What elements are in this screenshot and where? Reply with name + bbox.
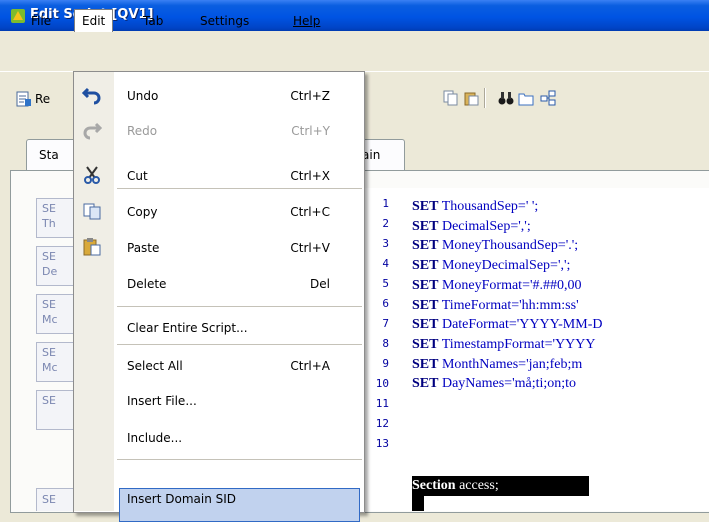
code-keyword: SET xyxy=(412,277,439,293)
undo-icon xyxy=(82,87,101,105)
code-line[interactable]: SET TimestampFormat='YYYY xyxy=(412,335,596,354)
code-keyword: SET xyxy=(412,199,439,214)
scissors-icon xyxy=(84,166,100,184)
paste-icon xyxy=(83,238,101,256)
app-logo-icon xyxy=(11,9,25,23)
table-structure-icon[interactable] xyxy=(540,90,556,106)
menu-item-include[interactable]: Include... xyxy=(127,427,182,449)
menu-item-select-all[interactable]: Select All xyxy=(127,355,183,377)
menu-help[interactable]: Help xyxy=(288,12,325,30)
code-text: DayNames='må;ti;on;to xyxy=(438,376,577,392)
code-line[interactable]: SET MoneyDecimalSep=','; xyxy=(412,256,570,275)
menu-item-cut[interactable]: Cut xyxy=(127,165,148,187)
copy-icon xyxy=(83,203,101,220)
code-keyword: SET xyxy=(412,297,439,313)
menu-settings[interactable]: Settings xyxy=(195,12,254,30)
code-text: TimeFormat='hh:mm:ss' xyxy=(438,297,579,313)
menu-file[interactable]: File xyxy=(26,12,56,30)
menu-shortcut: Ctrl+A xyxy=(290,359,330,373)
code-text: MoneyFormat='#.##0,00 xyxy=(438,277,582,293)
code-text: DateFormat='YYYY-MM-D xyxy=(438,317,603,333)
code-keyword: SET xyxy=(412,238,439,254)
menu-shortcut: Ctrl+X xyxy=(290,169,330,183)
paste-toolbar-icon[interactable] xyxy=(463,90,479,106)
toolbar-reload-label[interactable]: Re xyxy=(35,91,50,107)
menu-item-delete[interactable]: Delete xyxy=(127,273,166,295)
menu-separator xyxy=(117,344,362,345)
menu-item-insert-file[interactable]: Insert File... xyxy=(127,390,197,412)
code-keyword: SET xyxy=(412,336,439,352)
text-cursor xyxy=(412,496,424,511)
redo-icon xyxy=(83,122,102,140)
code-text: MoneyDecimalSep=','; xyxy=(438,258,571,274)
folder-icon[interactable] xyxy=(518,90,534,106)
code-line[interactable]: SET TimeFormat='hh:mm:ss' xyxy=(412,296,579,315)
code-keyword: SET xyxy=(412,356,439,372)
code-text: DecimalSep=','; xyxy=(438,218,531,234)
menu-item-undo[interactable]: Undo xyxy=(127,85,158,107)
code-keyword: SET xyxy=(412,218,439,234)
selected-code-line[interactable]: Section access; xyxy=(412,476,589,496)
menu-separator xyxy=(117,188,362,189)
toolbar-separator xyxy=(484,88,486,108)
code-line[interactable]: SET MoneyThousandSep='.'; xyxy=(412,236,578,255)
list-item-title: SE xyxy=(42,493,56,506)
code-line[interactable]: SET DecimalSep=','; xyxy=(412,217,531,236)
menu-item-paste[interactable]: Paste xyxy=(127,237,159,259)
copy-toolbar-icon[interactable] xyxy=(443,90,459,106)
code-line[interactable]: SET ThousandSep=' '; xyxy=(412,197,538,216)
tab-main-start-label: Sta xyxy=(39,148,59,162)
code-text: TimestampFormat='YYYY xyxy=(438,336,596,352)
code-text: ThousandSep=' '; xyxy=(438,199,539,214)
code-keyword: SET xyxy=(412,317,439,333)
reload-icon[interactable] xyxy=(16,91,32,107)
code-text: MoneyThousandSep='.'; xyxy=(438,238,579,254)
tab-main[interactable]: ain xyxy=(358,139,405,171)
code-line[interactable]: SET MoneyFormat='#.##0,00 xyxy=(412,276,582,295)
code-keyword: SET xyxy=(412,258,439,274)
menu-shortcut: Ctrl+V xyxy=(290,241,330,255)
menu-shortcut: Ctrl+C xyxy=(290,205,330,219)
code-line[interactable]: SET DayNames='må;ti;on;to xyxy=(412,374,576,393)
menu-shortcut: Del xyxy=(310,277,330,291)
menu-shortcut: Ctrl+Y xyxy=(291,124,330,138)
menu-separator xyxy=(117,459,362,460)
code-line[interactable]: SET DateFormat='YYYY-MM-D xyxy=(412,315,602,334)
menu-item-clear-entire-script[interactable]: Clear Entire Script... xyxy=(127,317,248,339)
menu-edit[interactable]: Edit xyxy=(74,9,114,32)
menu-item-insert-domain-sid[interactable]: Insert Domain SID xyxy=(127,488,236,510)
find-binoculars-icon[interactable] xyxy=(498,90,514,106)
code-keyword: SET xyxy=(412,376,439,392)
menu-shortcut: Ctrl+Z xyxy=(290,89,330,103)
menu-item-redo[interactable]: Redo xyxy=(127,120,157,142)
menu-item-copy[interactable]: Copy xyxy=(127,201,157,223)
menu-separator xyxy=(117,306,362,307)
code-text: MonthNames='jan;feb;m xyxy=(438,356,583,372)
menu-tab[interactable]: Tab xyxy=(138,12,168,30)
code-line[interactable]: SET MonthNames='jan;feb;m xyxy=(412,355,582,374)
menu-bar xyxy=(0,31,709,71)
